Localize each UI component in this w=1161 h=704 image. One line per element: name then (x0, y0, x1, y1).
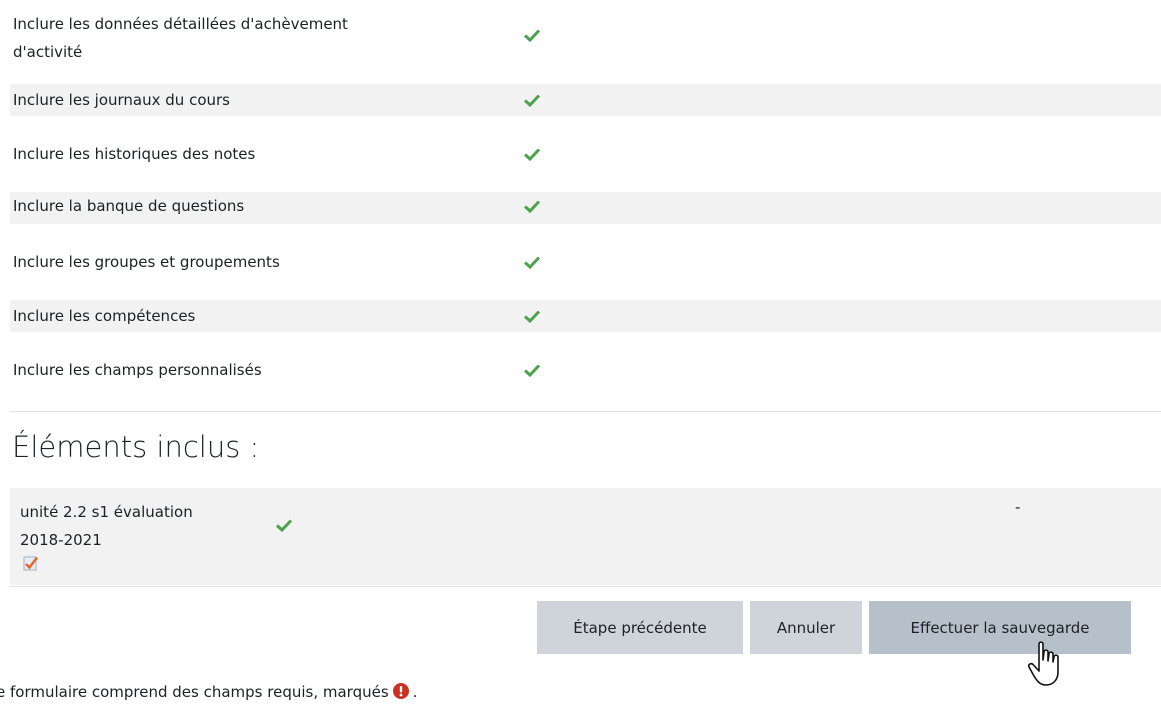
setting-label: Inclure les groupes et groupements (13, 253, 280, 271)
setting-label: Inclure la banque de questions (13, 197, 245, 215)
previous-step-button[interactable]: Étape précédente (537, 601, 743, 654)
check-icon (523, 253, 541, 271)
included-item-name-line: 2018-2021 (20, 526, 193, 572)
included-item-name-line: unité 2.2 s1 évaluation (20, 503, 193, 521)
setting-label: Inclure les compétences (13, 307, 196, 325)
included-item-dash: - (1015, 498, 1021, 516)
required-fields-text: e formulaire comprend des champs requis,… (0, 683, 389, 701)
included-item-year: 2018-2021 (20, 531, 102, 549)
check-icon (523, 91, 541, 109)
edit-icon[interactable] (22, 554, 193, 572)
setting-label: Inclure les journaux du cours (13, 91, 230, 109)
backup-settings-list: Inclure les données détaillées d'achèvem… (10, 0, 1161, 408)
check-icon (523, 197, 541, 215)
check-icon (523, 361, 541, 379)
setting-row-custom-fields: Inclure les champs personnalisés (10, 332, 1161, 408)
section-divider (10, 411, 1161, 412)
section-divider (10, 586, 1161, 587)
setting-label-line: d'activité (13, 43, 83, 61)
required-fields-note: e formulaire comprend des champs requis,… (0, 683, 417, 701)
hand-pointer-icon (1028, 640, 1068, 688)
included-item-name: unité 2.2 s1 évaluation 2018-2021 (20, 498, 193, 572)
setting-label: Inclure les données détaillées d'achèvem… (13, 10, 348, 66)
setting-row-grade-history: Inclure les historiques des notes (10, 116, 1161, 192)
cancel-button[interactable]: Annuler (750, 601, 862, 654)
setting-row-course-logs: Inclure les journaux du cours (10, 84, 1161, 116)
setting-row-groups: Inclure les groupes et groupements (10, 224, 1161, 300)
check-icon (523, 145, 541, 163)
setting-label-line: Inclure les données détaillées d'achèvem… (13, 15, 348, 33)
required-fields-period: . (412, 683, 418, 701)
check-icon (275, 516, 293, 534)
perform-backup-button[interactable]: Effectuer la sauvegarde (869, 601, 1131, 654)
setting-row-activity-completion: Inclure les données détaillées d'achèvem… (10, 0, 1161, 84)
exclamation-circle-icon (392, 683, 409, 699)
check-icon (523, 307, 541, 325)
setting-label: Inclure les champs personnalisés (13, 361, 262, 379)
setting-label: Inclure les historiques des notes (13, 145, 256, 163)
setting-row-competencies: Inclure les compétences (10, 300, 1161, 332)
setting-row-question-bank: Inclure la banque de questions (10, 192, 1161, 224)
included-item-row: unité 2.2 s1 évaluation 2018-2021 - (10, 488, 1161, 585)
included-items-heading: Éléments inclus : (12, 430, 260, 464)
check-icon (523, 26, 541, 44)
